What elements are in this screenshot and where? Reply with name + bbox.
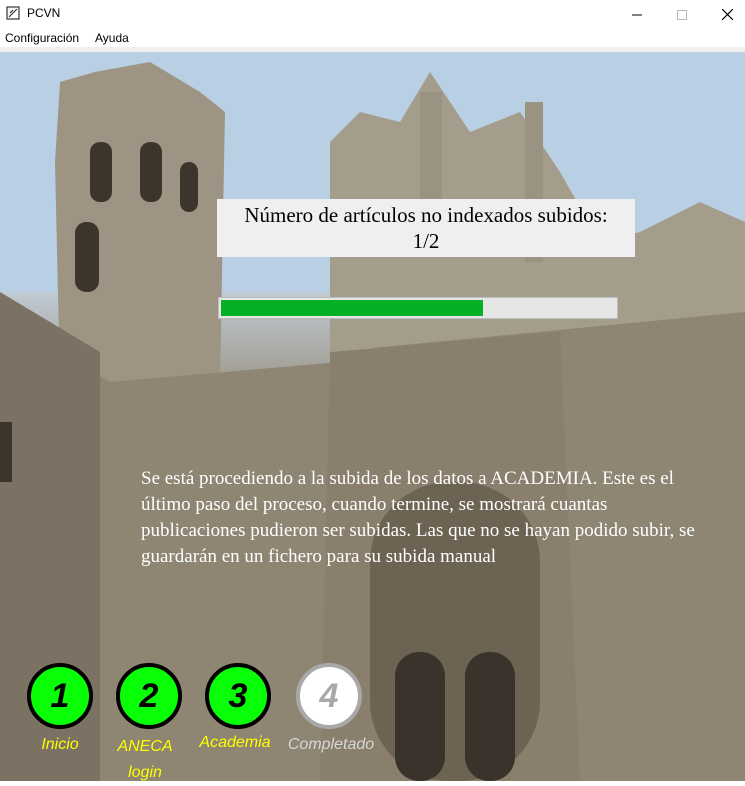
step-1-label: Inicio [41, 736, 79, 753]
status-count: 1/2 [412, 229, 440, 253]
menu-bar: Configuración Ayuda [0, 29, 745, 47]
close-icon [721, 9, 733, 20]
maximize-icon [677, 9, 687, 20]
step-3-number: 3 [228, 676, 248, 715]
background-image [0, 52, 745, 781]
minimize-button[interactable] [614, 0, 660, 29]
step-4-label: Completado [287, 736, 375, 753]
progress-bar [218, 297, 618, 319]
step-4-number: 4 [319, 676, 339, 715]
title-bar: PCVN [0, 0, 745, 29]
step-3-label: Academia [199, 734, 271, 751]
step-1-number: 1 [50, 676, 70, 715]
close-button[interactable] [704, 0, 745, 29]
app-icon [6, 6, 20, 20]
step-4-circle: 4 [296, 663, 362, 729]
status-heading: Número de artículos no indexados subidos… [244, 203, 608, 227]
step-2-label: ANECA login [117, 738, 173, 781]
step-2-circle: 2 [116, 663, 182, 729]
status-panel: Número de artículos no indexados subidos… [217, 199, 635, 257]
menu-ayuda[interactable]: Ayuda [95, 31, 129, 45]
window-title: PCVN [27, 6, 61, 20]
cathedral-illustration [0, 52, 745, 781]
step-3-circle: 3 [205, 663, 271, 729]
step-2-number: 2 [139, 676, 159, 715]
step-1-circle: 1 [27, 663, 93, 729]
menu-configuracion[interactable]: Configuración [5, 31, 79, 45]
progress-bar-fill [221, 300, 483, 316]
maximize-button[interactable] [659, 0, 705, 29]
info-message: Se está procediendo a la subida de los d… [141, 468, 695, 567]
minimize-icon [632, 14, 642, 15]
